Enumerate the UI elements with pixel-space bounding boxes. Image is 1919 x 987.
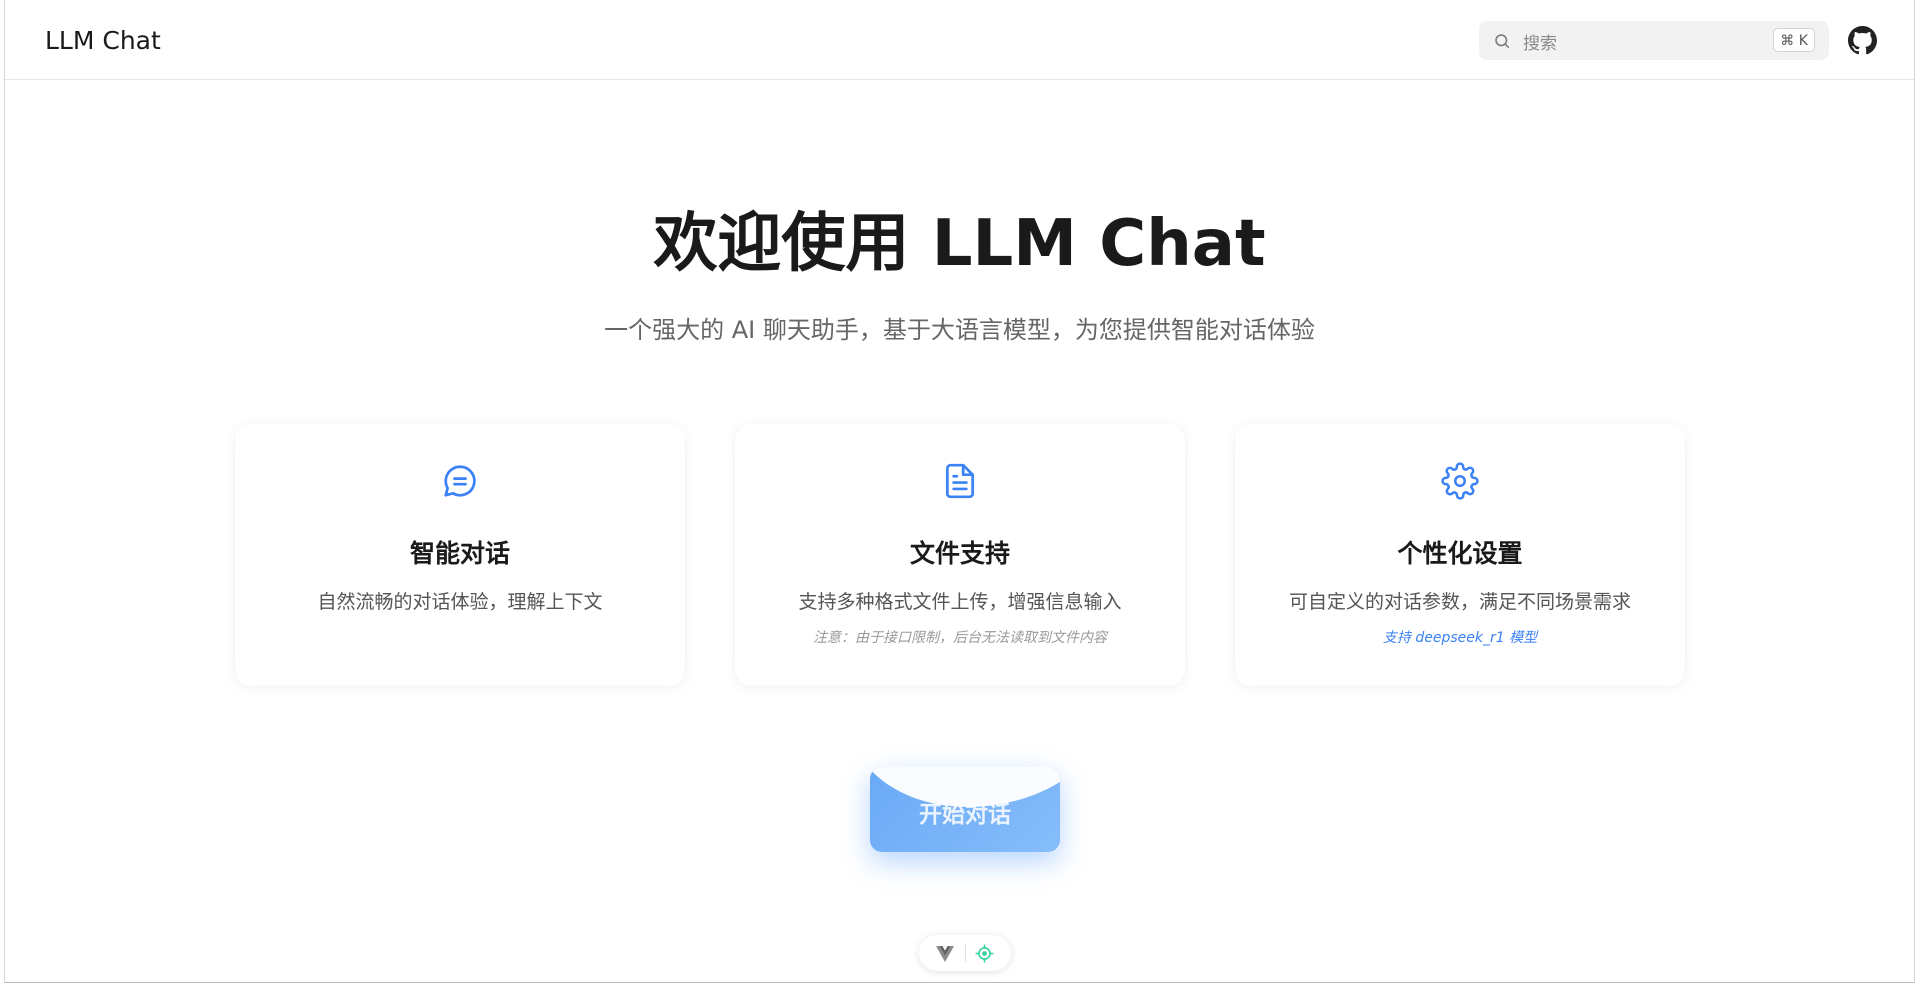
gear-icon: [1441, 462, 1479, 500]
start-chat-button[interactable]: 开始对话: [870, 767, 1060, 852]
feature-title: 智能对话: [409, 539, 510, 568]
feature-card-settings: 个性化设置 可自定义的对话参数，满足不同场景需求 支持 deepseek_r1 …: [1235, 424, 1685, 686]
top-nav: LLM Chat 搜索 ⌘ K: [5, 0, 1914, 80]
feature-description: 支持多种格式文件上传，增强信息输入: [798, 591, 1122, 613]
feature-description: 可自定义的对话参数，满足不同场景需求: [1288, 591, 1631, 613]
chat-bubble-icon: [444, 465, 476, 497]
app-window: LLM Chat 搜索 ⌘ K 欢迎使用 LLM Chat 一个强大的 AI 聊…: [4, 0, 1915, 983]
github-icon[interactable]: [1848, 26, 1877, 55]
document-icon: [945, 463, 975, 499]
feature-title: 文件支持: [909, 539, 1010, 568]
brand-title[interactable]: LLM Chat: [45, 26, 161, 55]
feature-note: 注意：由于接口限制，后台无法读取到文件内容: [813, 630, 1107, 646]
search-icon: [1495, 34, 1510, 49]
feature-title: 个性化设置: [1397, 539, 1523, 568]
search-input[interactable]: 搜索 ⌘ K: [1479, 21, 1829, 60]
page-title: 欢迎使用 LLM Chat: [653, 207, 1266, 281]
search-placeholder: 搜索: [1523, 34, 1557, 54]
page-subtitle: 一个强大的 AI 聊天助手，基于大语言模型，为您提供智能对话体验: [604, 316, 1315, 344]
feature-note: 支持 deepseek_r1 模型: [1382, 630, 1538, 646]
feature-description: 自然流畅的对话体验，理解上下文: [317, 591, 603, 613]
toolbar-divider: [965, 944, 966, 962]
start-chat-label: 开始对话: [919, 802, 1011, 828]
feature-card-files: 文件支持 支持多种格式文件上传，增强信息输入 注意：由于接口限制，后台无法读取到…: [735, 424, 1185, 686]
devtools-toolbar: [919, 935, 1011, 971]
vue-icon[interactable]: [936, 946, 954, 962]
search-shortcut: ⌘ K: [1773, 28, 1815, 52]
feature-card-chat: 智能对话 自然流畅的对话体验，理解上下文: [235, 424, 685, 686]
target-icon[interactable]: [975, 944, 994, 963]
